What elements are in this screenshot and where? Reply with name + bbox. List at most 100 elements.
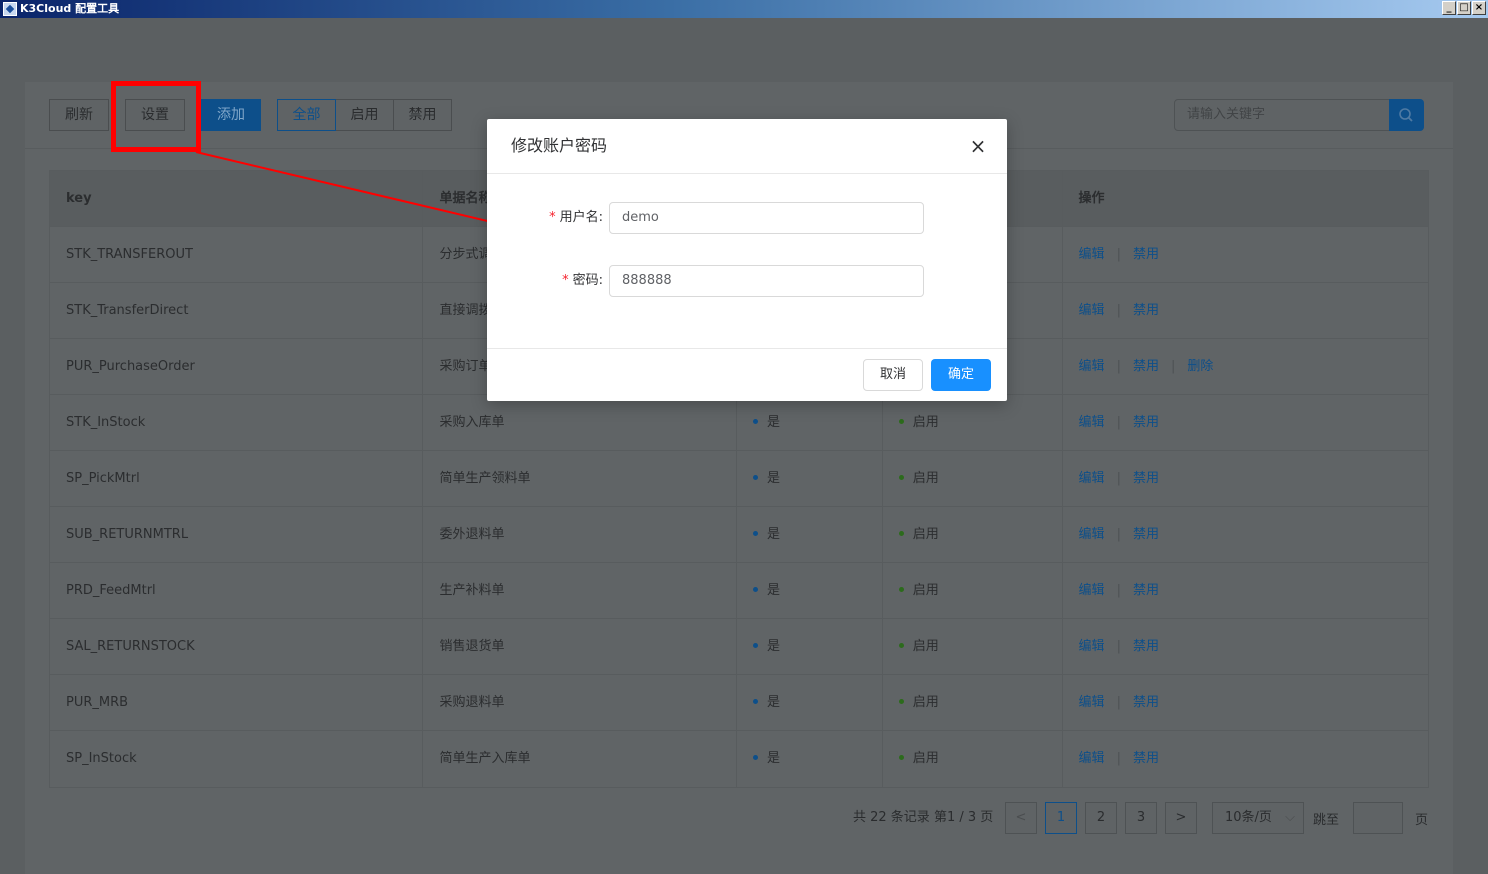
status-dot-icon <box>898 475 904 480</box>
row-flag: 是 <box>767 415 781 430</box>
row-status-cell: 启用 <box>883 395 1063 450</box>
confirm-button[interactable]: 确定 <box>931 359 991 391</box>
flag-dot-icon <box>753 643 758 648</box>
row-actions-cell: 编辑 | 禁用 <box>1063 395 1428 450</box>
disable-link[interactable]: 禁用 <box>1133 303 1159 318</box>
table-row: PRD_FeedMtrl 生产补料单 是 启用 编辑 | 禁用 <box>50 563 1428 619</box>
row-key: PUR_PurchaseOrder <box>50 339 424 394</box>
edit-link[interactable]: 编辑 <box>1079 359 1105 374</box>
edit-link[interactable]: 编辑 <box>1079 751 1105 766</box>
prev-page-button[interactable]: < <box>1005 802 1037 834</box>
disable-link[interactable]: 禁用 <box>1133 415 1159 430</box>
row-actions-cell: 编辑 | 禁用 <box>1063 731 1428 787</box>
close-icon[interactable]: × <box>967 135 989 157</box>
status-dot-icon <box>898 419 904 424</box>
action-separator: | <box>1116 471 1121 486</box>
row-bill-name: 简单生产入库单 <box>423 731 737 787</box>
row-bill-name: 销售退货单 <box>423 619 737 674</box>
row-bill-name: 简单生产领料单 <box>423 451 737 506</box>
row-status-cell: 启用 <box>883 507 1063 562</box>
row-flag: 是 <box>767 695 781 710</box>
disable-link[interactable]: 禁用 <box>1133 583 1159 598</box>
flag-dot-icon <box>753 419 758 424</box>
edit-link[interactable]: 编辑 <box>1079 583 1105 598</box>
add-button[interactable]: 添加 <box>201 99 261 131</box>
disable-link[interactable]: 禁用 <box>1133 639 1159 654</box>
row-key: SUB_RETURNMTRL <box>50 507 424 562</box>
row-status: 启用 <box>912 583 939 598</box>
filter-all-tab[interactable]: 全部 <box>277 99 336 131</box>
action-separator: | <box>1116 583 1121 598</box>
table-row: SP_InStock 简单生产入库单 是 启用 编辑 | 禁用 <box>50 731 1428 787</box>
row-status: 启用 <box>912 751 939 766</box>
row-actions-cell: 编辑 | 禁用 | 删除 <box>1063 339 1428 394</box>
disable-link[interactable]: 禁用 <box>1133 247 1159 262</box>
maximize-button[interactable]: □ <box>1457 1 1471 15</box>
disable-link[interactable]: 禁用 <box>1133 471 1159 486</box>
edit-link[interactable]: 编辑 <box>1079 247 1105 262</box>
cancel-button[interactable]: 取消 <box>863 359 923 391</box>
table-row: SP_PickMtrl 简单生产领料单 是 启用 编辑 | 禁用 <box>50 451 1428 507</box>
dialog-header: 修改账户密码 <box>487 119 1007 174</box>
refresh-button[interactable]: 刷新 <box>49 99 109 131</box>
row-flag-cell: 是 <box>737 395 883 450</box>
status-dot-icon <box>898 755 904 760</box>
page-3-button[interactable]: 3 <box>1125 802 1157 834</box>
window-titlebar: K3Cloud 配置工具 _ □ × <box>0 0 1488 18</box>
jump-page-input[interactable] <box>1353 802 1403 834</box>
edit-link[interactable]: 编辑 <box>1079 303 1105 318</box>
row-flag: 是 <box>767 751 781 766</box>
flag-dot-icon <box>753 755 758 760</box>
edit-link[interactable]: 编辑 <box>1079 695 1105 710</box>
row-flag-cell: 是 <box>737 451 883 506</box>
delete-link[interactable]: 删除 <box>1187 359 1213 374</box>
next-page-button[interactable]: > <box>1165 802 1197 834</box>
column-header-actions: 操作 <box>1078 191 1105 206</box>
row-flag: 是 <box>767 527 781 542</box>
row-key: SP_PickMtrl <box>50 451 424 506</box>
action-separator: | <box>1116 527 1121 542</box>
disable-link[interactable]: 禁用 <box>1133 359 1159 374</box>
filter-enabled-tab[interactable]: 启用 <box>335 99 394 131</box>
edit-link[interactable]: 编辑 <box>1079 471 1105 486</box>
minimize-button[interactable]: _ <box>1442 1 1456 15</box>
action-separator: | <box>1116 415 1121 430</box>
row-status: 启用 <box>912 471 939 486</box>
page-size-select[interactable]: 10条/页 ⌵ <box>1212 802 1304 834</box>
edit-link[interactable]: 编辑 <box>1079 527 1105 542</box>
flag-dot-icon <box>753 587 758 592</box>
edit-link[interactable]: 编辑 <box>1079 639 1105 654</box>
row-flag-cell: 是 <box>737 675 883 730</box>
row-status-cell: 启用 <box>883 731 1063 787</box>
search-input[interactable]: 请输入关键字 <box>1174 99 1390 131</box>
row-status-cell: 启用 <box>883 563 1063 618</box>
row-status: 启用 <box>912 695 939 710</box>
row-key: PRD_FeedMtrl <box>50 563 424 618</box>
row-flag: 是 <box>767 639 781 654</box>
filter-disabled-tab[interactable]: 禁用 <box>393 99 452 131</box>
row-status-cell: 启用 <box>883 675 1063 730</box>
row-key: STK_InStock <box>50 395 424 450</box>
status-dot-icon <box>898 699 904 704</box>
username-field[interactable]: demo <box>609 202 924 234</box>
change-password-dialog: 修改账户密码 × * 用户名: demo * 密码: 888888 取消 确定 <box>487 119 1007 401</box>
disable-link[interactable]: 禁用 <box>1133 695 1159 710</box>
disable-link[interactable]: 禁用 <box>1133 527 1159 542</box>
chevron-down-icon: ⌵ <box>1285 810 1295 825</box>
row-flag-cell: 是 <box>737 507 883 562</box>
search-button[interactable] <box>1389 99 1424 131</box>
disable-link[interactable]: 禁用 <box>1133 751 1159 766</box>
edit-link[interactable]: 编辑 <box>1079 415 1105 430</box>
page-1-button[interactable]: 1 <box>1045 802 1077 834</box>
window-title: K3Cloud 配置工具 <box>20 2 120 15</box>
password-field[interactable]: 888888 <box>609 265 924 297</box>
row-bill-name: 生产补料单 <box>423 563 737 618</box>
page-2-button[interactable]: 2 <box>1085 802 1117 834</box>
row-key: SAL_RETURNSTOCK <box>50 619 424 674</box>
row-actions-cell: 编辑 | 禁用 <box>1063 675 1428 730</box>
action-separator: | <box>1116 639 1121 654</box>
table-row: STK_InStock 采购入库单 是 启用 编辑 | 禁用 <box>50 395 1428 451</box>
close-window-button[interactable]: × <box>1472 1 1486 15</box>
required-mark: * <box>549 210 556 225</box>
page-size-value: 10条/页 <box>1225 810 1272 825</box>
